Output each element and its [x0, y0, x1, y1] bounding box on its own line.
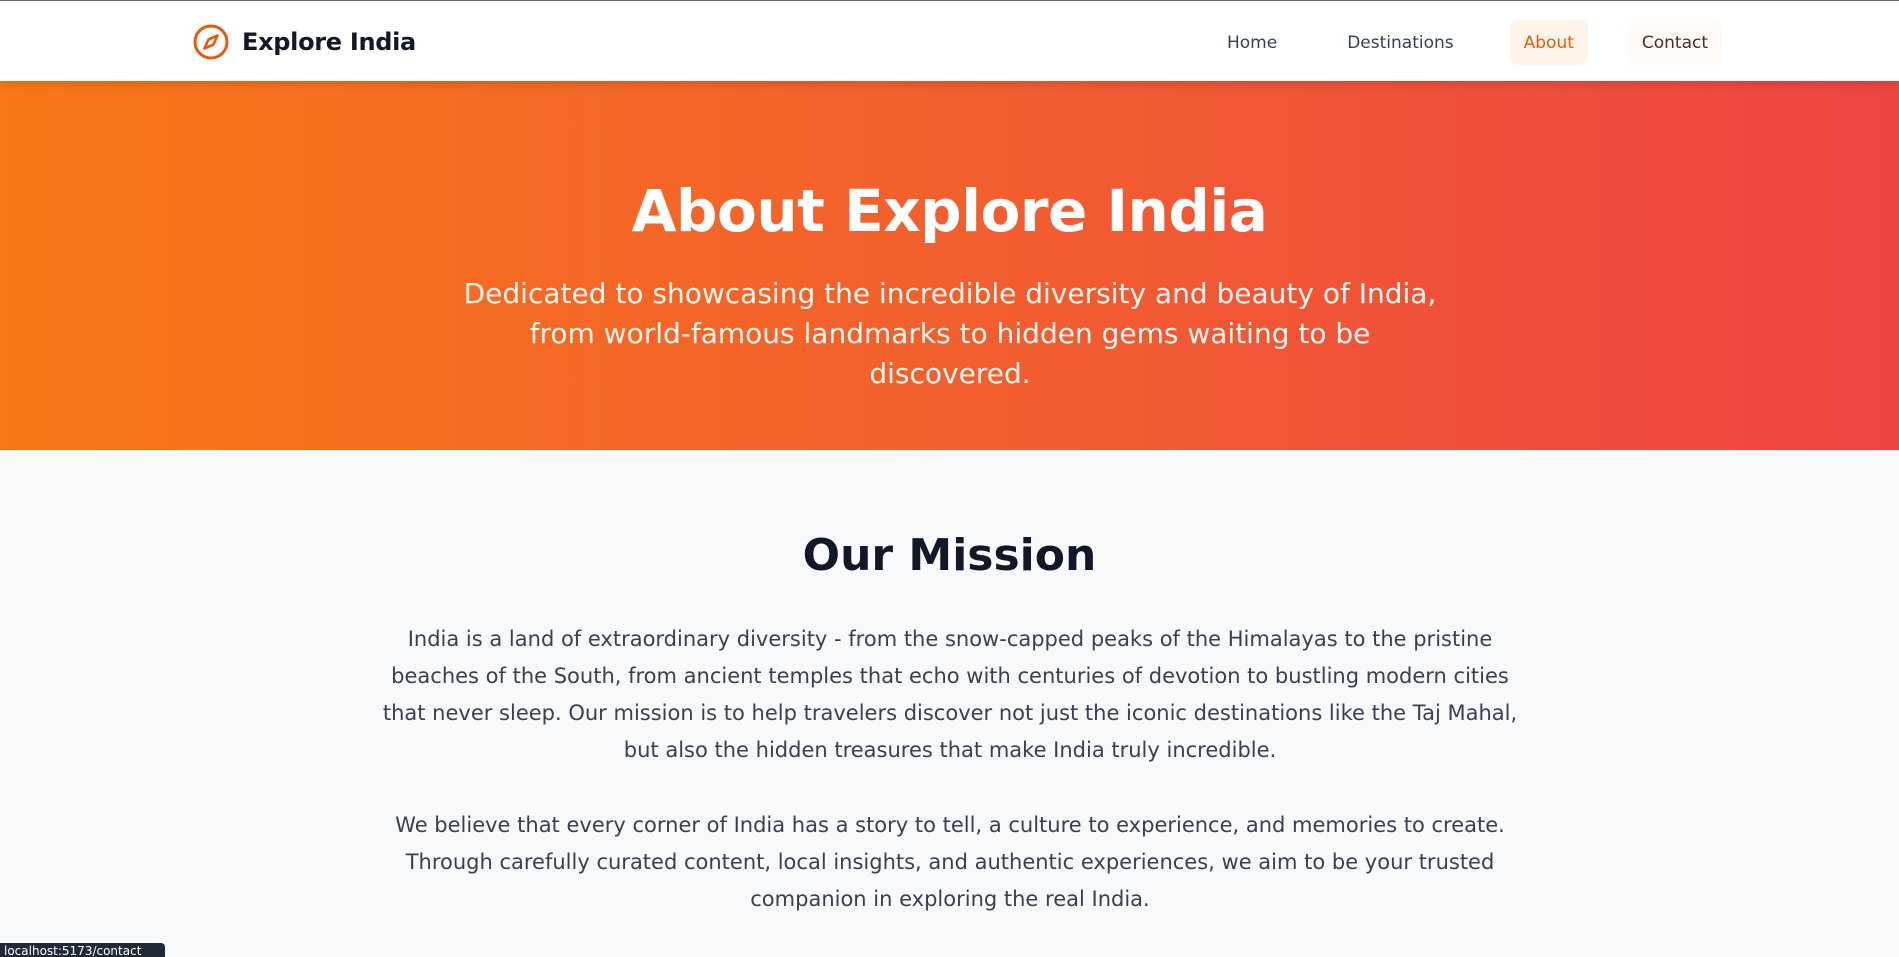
nav-about-link[interactable]: About [1509, 20, 1588, 65]
mission-title: Our Mission [802, 530, 1097, 581]
hero-title: About Explore India [631, 177, 1268, 245]
nav-contact-link[interactable]: Contact [1627, 20, 1723, 65]
browser-status-url: localhost:5173/contact [0, 943, 165, 957]
compass-icon [192, 23, 230, 61]
site-header: Explore India Home Destinations About Co… [0, 0, 1899, 81]
mission-paragraph: We believe that every corner of India ha… [395, 813, 1505, 911]
hero-subtitle: Dedicated to showcasing the incredible d… [463, 277, 1437, 390]
brand-link[interactable]: Explore India [192, 22, 416, 62]
page: Explore India Home Destinations About Co… [0, 0, 1899, 957]
nav-home-link[interactable]: Home [1213, 20, 1291, 65]
hero-section: About Explore India Dedicated to showcas… [0, 81, 1899, 450]
mission-section: Our Mission India is a land of extraordi… [0, 450, 1899, 957]
brand-title: Explore India [242, 28, 416, 56]
mission-paragraph: India is a land of extraordinary diversi… [382, 627, 1518, 762]
nav-destinations-link[interactable]: Destinations [1333, 20, 1467, 65]
main-nav: Home Destinations About Contact [1200, 20, 1723, 65]
